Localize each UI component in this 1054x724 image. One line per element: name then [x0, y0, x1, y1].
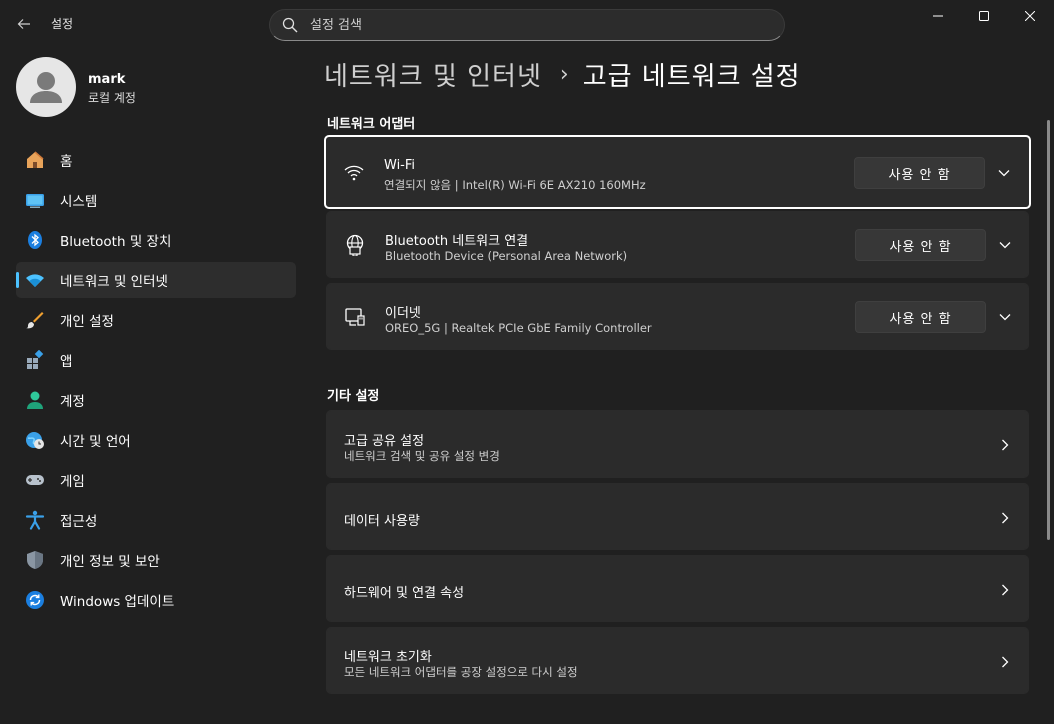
home-icon	[25, 150, 45, 170]
search-input[interactable]	[310, 10, 770, 40]
sidebar-item-home[interactable]: 홈	[16, 142, 296, 178]
sidebar-item-label: Windows 업데이트	[60, 594, 175, 610]
sidebar-item-network[interactable]: 네트워크 및 인터넷	[16, 262, 296, 298]
wifi-icon	[25, 270, 45, 290]
disable-button[interactable]: 사용 안 함	[855, 301, 986, 333]
sidebar: 홈 시스템 Bluetooth 및 장치 네트워크 및 인터넷 개인 설정 앱 …	[16, 142, 296, 622]
accessibility-icon	[25, 510, 45, 530]
sidebar-item-label: 앱	[60, 354, 73, 370]
bluetooth-icon	[25, 230, 45, 250]
gamepad-icon	[25, 470, 45, 490]
minimize-icon	[933, 15, 943, 17]
chevron-down-icon[interactable]	[995, 235, 1015, 255]
sidebar-item-privacy[interactable]: 개인 정보 및 보안	[16, 542, 296, 578]
sidebar-item-accessibility[interactable]: 접근성	[16, 502, 296, 538]
sidebar-item-label: 계정	[60, 394, 85, 410]
page-title: 고급 네트워크 설정	[582, 61, 801, 92]
row-title: 고급 공유 설정	[344, 434, 425, 449]
brush-icon	[25, 310, 45, 330]
disable-button[interactable]: 사용 안 함	[855, 229, 986, 261]
sidebar-item-label: 시간 및 언어	[60, 434, 131, 450]
sidebar-item-system[interactable]: 시스템	[16, 182, 296, 218]
search-icon	[282, 17, 298, 33]
section-title-other-settings: 기타 설정	[327, 389, 380, 404]
scrollbar[interactable]	[1047, 120, 1050, 540]
section-title-network-adapters: 네트워크 어댑터	[327, 117, 416, 132]
sidebar-item-label: 홈	[60, 154, 73, 170]
adapter-subtitle: OREO_5G | Realtek PCIe GbE Family Contro…	[385, 321, 652, 335]
adapter-card-ethernet[interactable]: 이더넷 OREO_5G | Realtek PCIe GbE Family Co…	[326, 283, 1029, 350]
chevron-right-icon	[997, 654, 1013, 670]
sidebar-item-label: 네트워크 및 인터넷	[60, 274, 168, 290]
settings-row-network-reset[interactable]: 네트워크 초기화 모든 네트워크 어댑터를 공장 설정으로 다시 설정	[326, 627, 1029, 694]
settings-window: 설정 mark 로컬 계정 홈 시스템	[0, 0, 1054, 724]
back-button[interactable]	[8, 10, 40, 38]
adapter-subtitle: 연결되지 않음 | Intel(R) Wi-Fi 6E AX210 160MHz	[384, 178, 646, 192]
disable-button[interactable]: 사용 안 함	[854, 157, 985, 189]
profile-account-type: 로컬 계정	[88, 91, 136, 105]
sidebar-item-gaming[interactable]: 게임	[16, 462, 296, 498]
chevron-right-icon	[997, 437, 1013, 453]
sidebar-item-label: 개인 설정	[60, 314, 114, 330]
update-icon	[25, 590, 45, 610]
profile-name: mark	[88, 72, 126, 87]
sidebar-item-label: 개인 정보 및 보안	[60, 554, 160, 570]
ethernet-icon	[344, 306, 366, 328]
breadcrumb-parent-link[interactable]: 네트워크 및 인터넷	[324, 56, 542, 93]
avatar[interactable]	[16, 57, 76, 117]
chevron-down-icon[interactable]	[995, 307, 1015, 327]
sidebar-item-personalization[interactable]: 개인 설정	[16, 302, 296, 338]
close-icon	[1025, 11, 1035, 21]
sidebar-item-apps[interactable]: 앱	[16, 342, 296, 378]
breadcrumb-separator: ›	[559, 61, 569, 87]
adapter-title: Bluetooth 네트워크 연결	[385, 234, 529, 249]
network-globe-icon	[344, 234, 366, 256]
search-box[interactable]	[269, 9, 785, 41]
title-bar: 설정	[0, 0, 1054, 48]
row-title: 네트워크 초기화	[344, 650, 432, 665]
minimize-button[interactable]	[914, 0, 962, 32]
chevron-right-icon	[997, 582, 1013, 598]
row-title: 하드웨어 및 연결 속성	[344, 586, 465, 601]
adapter-title: Wi-Fi	[384, 158, 416, 173]
shield-icon	[25, 550, 45, 570]
chevron-right-icon	[997, 510, 1013, 526]
sidebar-item-accounts[interactable]: 계정	[16, 382, 296, 418]
apps-icon	[25, 350, 45, 370]
adapter-card-bluetooth[interactable]: Bluetooth 네트워크 연결 Bluetooth Device (Pers…	[326, 211, 1029, 278]
row-title: 데이터 사용량	[344, 514, 420, 529]
maximize-button[interactable]	[960, 0, 1008, 32]
globe-clock-icon	[25, 430, 45, 450]
user-avatar-icon	[30, 72, 62, 103]
adapter-card-wifi[interactable]: Wi-Fi 연결되지 않음 | Intel(R) Wi-Fi 6E AX210 …	[324, 135, 1031, 209]
settings-row-data-usage[interactable]: 데이터 사용량	[326, 483, 1029, 550]
sidebar-item-label: 접근성	[60, 514, 98, 530]
app-title: 설정	[51, 17, 74, 31]
sidebar-item-label: 시스템	[60, 194, 98, 210]
close-button[interactable]	[1006, 0, 1054, 32]
row-subtitle: 네트워크 검색 및 공유 설정 변경	[344, 449, 500, 463]
sidebar-item-label: 게임	[60, 474, 85, 490]
chevron-down-icon[interactable]	[994, 163, 1014, 183]
sidebar-item-bluetooth[interactable]: Bluetooth 및 장치	[16, 222, 296, 258]
back-arrow-icon	[17, 19, 30, 29]
sidebar-item-label: Bluetooth 및 장치	[60, 234, 172, 250]
sidebar-item-time-language[interactable]: 시간 및 언어	[16, 422, 296, 458]
settings-row-advanced-sharing[interactable]: 고급 공유 설정 네트워크 검색 및 공유 설정 변경	[326, 410, 1029, 478]
adapter-title: 이더넷	[385, 306, 421, 321]
maximize-icon	[979, 11, 989, 21]
account-icon	[25, 390, 45, 410]
adapter-subtitle: Bluetooth Device (Personal Area Network)	[385, 249, 628, 263]
system-icon	[25, 190, 45, 210]
wifi-icon	[343, 162, 365, 184]
row-subtitle: 모든 네트워크 어댑터를 공장 설정으로 다시 설정	[344, 665, 578, 679]
settings-row-hardware-properties[interactable]: 하드웨어 및 연결 속성	[326, 555, 1029, 622]
sidebar-item-windows-update[interactable]: Windows 업데이트	[16, 582, 296, 618]
breadcrumb: 네트워크 및 인터넷 › 고급 네트워크 설정	[324, 54, 801, 94]
